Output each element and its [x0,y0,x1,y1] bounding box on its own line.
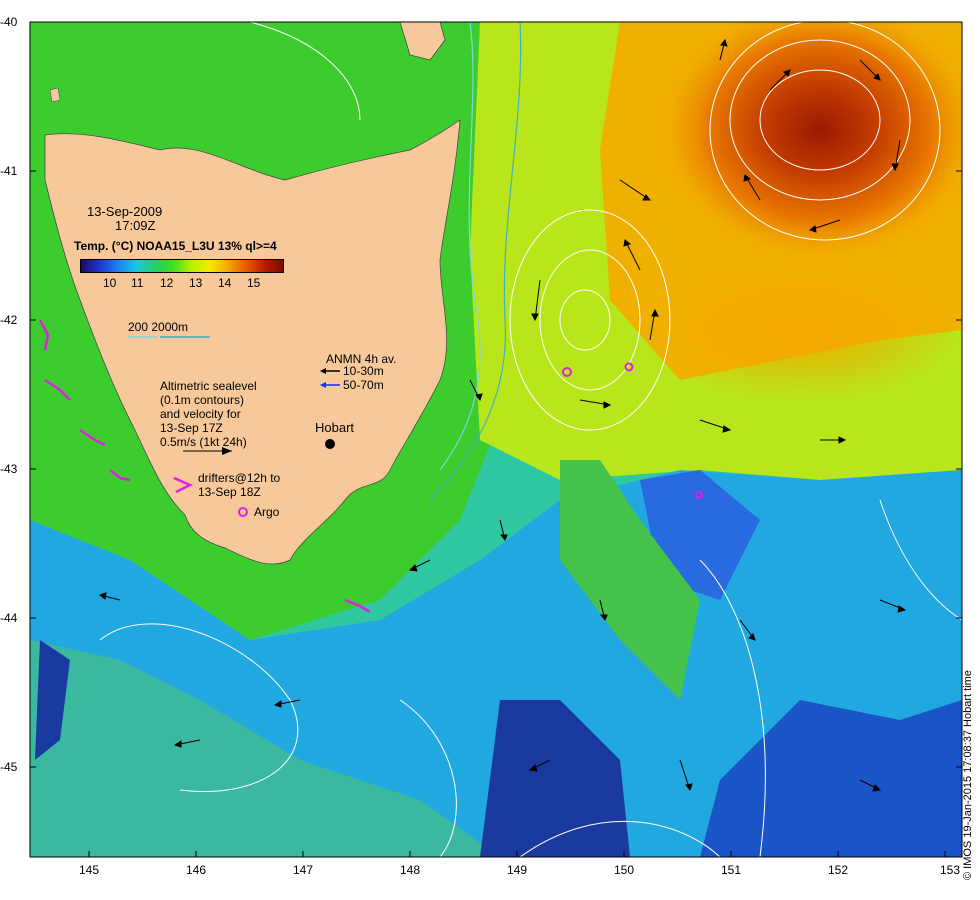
isobath-legend: 200 2000m [128,320,189,334]
x-tick-9: 153 [939,863,961,877]
x-tick-7: 151 [720,863,742,877]
mooring-legend-deep: 50-70m [343,378,384,392]
x-tick-1: 145 [78,863,100,877]
colorbar-title: Temp. (°C) NOAA15_L3U 13% ql>=4 [74,239,277,253]
cbar-tick-14: 14 [218,276,232,290]
argo-legend: Argo [254,505,280,519]
cbar-tick-12: 12 [160,276,174,290]
sst-map [29,21,963,858]
warm-eddy-core [660,22,962,260]
altimetry-line-2: (0.1m contours) [160,393,245,407]
cbar-tick-10: 10 [103,276,117,290]
y-tick-3: -42 [0,313,18,327]
drifters-line-1: drifters@12h to [198,471,281,485]
y-tick-6: -45 [0,760,18,774]
x-tick-2: 146 [185,863,207,877]
altimetry-line-3: and velocity for [160,407,241,421]
hobart-label: Hobart [315,420,355,435]
temperature-colorbar [80,259,284,273]
imos-credit: © IMOS 19-Jan-2015 17:08:37 Hobart time [962,670,974,880]
x-tick-6: 150 [613,863,635,877]
altimetry-line-5: 0.5m/s (1kt 24h) [160,435,247,449]
y-tick-1: -40 [0,15,18,29]
drifters-line-2: 13-Sep 18Z [198,485,261,499]
altimetry-line-1: Altimetric sealevel [160,379,257,393]
y-tick-4: -43 [0,462,18,476]
date-label: 13-Sep-2009 [87,204,163,219]
hobart-marker [325,439,335,449]
cbar-tick-11: 11 [131,276,144,290]
x-tick-4: 148 [399,863,421,877]
x-tick-8: 152 [827,863,849,877]
cbar-tick-15: 15 [247,276,261,290]
x-tick-5: 149 [506,863,528,877]
y-tick-5: -44 [0,611,18,625]
mooring-legend-shallow: 10-30m [343,364,384,378]
y-tick-2: -41 [0,164,18,178]
altimetry-line-4: 13-Sep 17Z [160,421,223,435]
cbar-tick-13: 13 [189,276,203,290]
time-label: 17:09Z [115,218,156,233]
x-tick-3: 147 [292,863,314,877]
